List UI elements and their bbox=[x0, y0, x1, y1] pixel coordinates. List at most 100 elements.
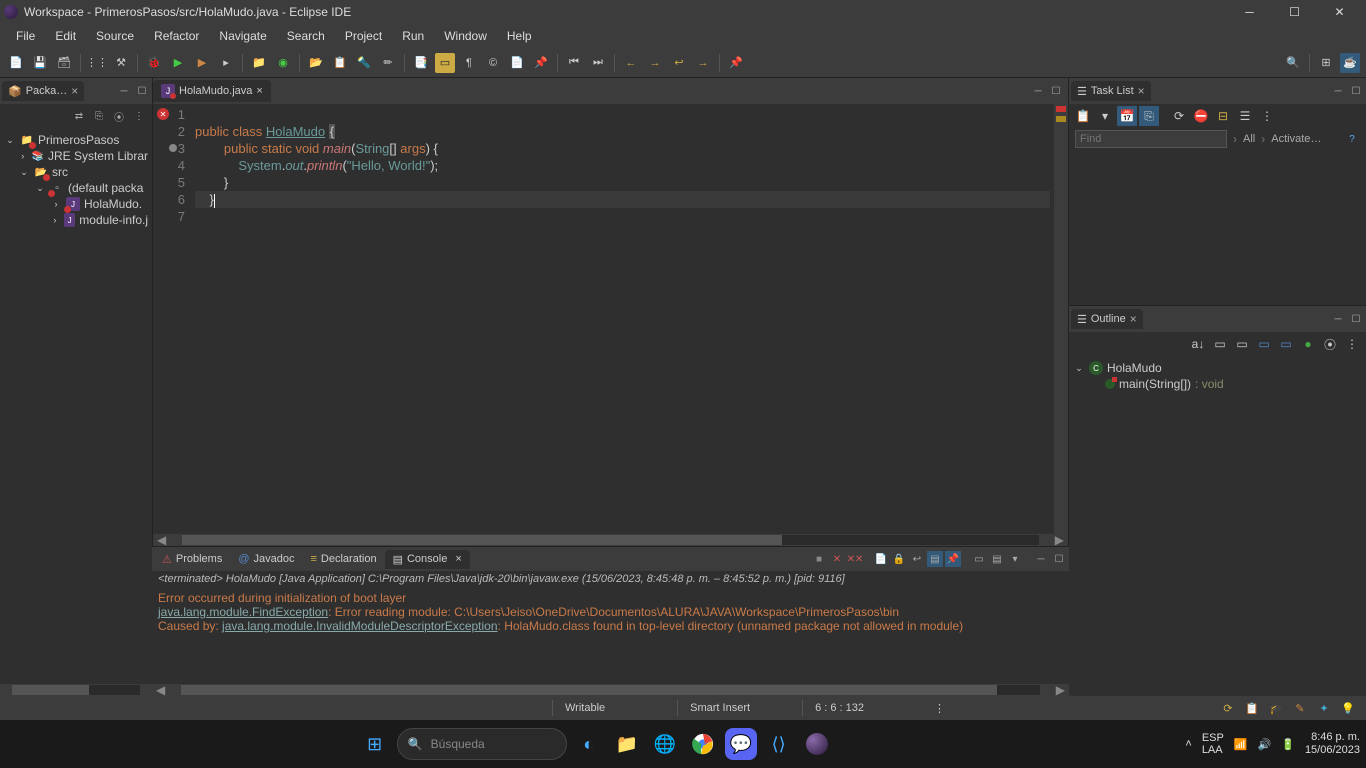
toggle-mark-button[interactable]: 📑 bbox=[411, 53, 431, 73]
maximize-bottom-button[interactable]: ☐ bbox=[1051, 551, 1067, 567]
new-task-button[interactable]: 📋 bbox=[1073, 106, 1093, 126]
new-class-button[interactable]: © bbox=[483, 53, 503, 73]
minimize-view-button[interactable]: ─ bbox=[1330, 83, 1346, 99]
default-package-node[interactable]: ⌄ ▫ (default packa bbox=[2, 180, 150, 196]
menu-run[interactable]: Run bbox=[392, 26, 434, 46]
menu-edit[interactable]: Edit bbox=[45, 26, 86, 46]
minimize-button[interactable]: ─ bbox=[1227, 0, 1272, 24]
status-menu-icon[interactable]: ⋮ bbox=[934, 702, 945, 715]
tab-javadoc[interactable]: @Javadoc bbox=[230, 550, 302, 568]
task-activate-link[interactable]: Activate… bbox=[1271, 133, 1321, 145]
menu-help[interactable]: Help bbox=[497, 26, 542, 46]
console-hscroll[interactable]: ◀ ▶ bbox=[152, 684, 1069, 696]
maximize-editor-button[interactable]: ☐ bbox=[1048, 83, 1064, 99]
sort-button[interactable]: a↓ bbox=[1188, 334, 1208, 354]
discord-icon[interactable]: 💬 bbox=[725, 728, 757, 760]
whatsnew-icon[interactable]: ✦ bbox=[1316, 700, 1332, 716]
jre-library-node[interactable]: › 📚 JRE System Librar bbox=[2, 148, 150, 164]
run-last-button[interactable]: ▸ bbox=[216, 53, 236, 73]
edge-icon[interactable]: 🌐 bbox=[649, 728, 681, 760]
outline-menu-button[interactable]: ⋮ bbox=[1342, 334, 1362, 354]
updates-icon[interactable]: ⟳ bbox=[1220, 700, 1236, 716]
menu-project[interactable]: Project bbox=[335, 26, 392, 46]
new-java-project-button[interactable]: 📁 bbox=[249, 53, 269, 73]
remove-all-button[interactable]: ✕✕ bbox=[847, 551, 863, 567]
battery-icon[interactable]: 🔋 bbox=[1281, 738, 1295, 751]
maximize-view-button[interactable]: ☐ bbox=[1348, 83, 1364, 99]
system-clock[interactable]: 8:46 p. m. 15/06/2023 bbox=[1305, 731, 1360, 757]
tip-icon[interactable]: 💡 bbox=[1340, 700, 1356, 716]
focus-active-button[interactable]: ● bbox=[1298, 334, 1318, 354]
scroll-lock-button[interactable]: 🔒 bbox=[891, 551, 907, 567]
show-console-button[interactable]: ▤ bbox=[927, 551, 943, 567]
task-find-input[interactable] bbox=[1075, 130, 1227, 148]
overview-icon[interactable]: ✎ bbox=[1292, 700, 1308, 716]
pin-button[interactable]: 📌 bbox=[531, 53, 551, 73]
exception-link[interactable]: java.lang.module.FindException bbox=[158, 605, 328, 619]
close-icon[interactable]: × bbox=[1130, 312, 1137, 326]
link-editor-button[interactable]: ⎘ bbox=[90, 107, 108, 125]
tab-declaration[interactable]: ≡Declaration bbox=[303, 550, 385, 568]
collapse-all-button[interactable]: ⊟ bbox=[1213, 106, 1233, 126]
hide-static-button[interactable]: ▭ bbox=[1232, 334, 1252, 354]
outline-method-node[interactable]: main(String[]) : void bbox=[1073, 376, 1362, 392]
open-task-button[interactable]: 📋 bbox=[330, 53, 350, 73]
clear-console-button[interactable]: 📄 bbox=[873, 551, 889, 567]
vscode-icon[interactable]: ⟨⟩ bbox=[763, 728, 795, 760]
menu-refactor[interactable]: Refactor bbox=[144, 26, 209, 46]
task-all-link[interactable]: All bbox=[1243, 133, 1255, 145]
tab-problems[interactable]: ⚠Problems bbox=[154, 550, 230, 569]
next-button[interactable]: → bbox=[693, 53, 713, 73]
tab-task-list[interactable]: ☰ Task List × bbox=[1071, 81, 1151, 101]
task-menu-button[interactable]: ⋮ bbox=[1257, 106, 1277, 126]
editor-hscroll[interactable]: ◀ ▶ bbox=[153, 534, 1068, 546]
minimize-view-button[interactable]: ─ bbox=[116, 83, 132, 99]
view-menu-button[interactable]: ⋮ bbox=[130, 107, 148, 125]
minimize-editor-button[interactable]: ─ bbox=[1030, 83, 1046, 99]
word-wrap-button[interactable]: ↩ bbox=[909, 551, 925, 567]
close-icon[interactable]: × bbox=[256, 85, 262, 97]
focus-task-button[interactable]: ⦿ bbox=[110, 107, 128, 125]
new-console-button[interactable]: ▾ bbox=[1007, 551, 1023, 567]
tab-outline[interactable]: ☰ Outline × bbox=[1071, 309, 1143, 329]
save-button[interactable]: 💾 bbox=[30, 53, 50, 73]
build-button[interactable]: ⚒ bbox=[111, 53, 131, 73]
volume-icon[interactable]: 🔊 bbox=[1258, 738, 1272, 751]
maximize-view-button[interactable]: ☐ bbox=[1348, 311, 1364, 327]
hide-local-button[interactable]: ▭ bbox=[1276, 334, 1296, 354]
coverage-button[interactable]: ▶ bbox=[192, 53, 212, 73]
tab-package-explorer[interactable]: 📦 Packa… × bbox=[2, 81, 84, 101]
pin-console-button[interactable]: 📌 bbox=[945, 551, 961, 567]
samples-icon[interactable]: 🎓 bbox=[1268, 700, 1284, 716]
start-button[interactable]: ⊞ bbox=[359, 728, 391, 760]
forward-button[interactable]: → bbox=[645, 53, 665, 73]
hide-nonpublic-button[interactable]: ▭ bbox=[1254, 334, 1274, 354]
tasks-icon[interactable]: 📋 bbox=[1244, 700, 1260, 716]
terminate-button[interactable]: ■ bbox=[811, 551, 827, 567]
next-annotation-button[interactable]: ⏭ bbox=[588, 53, 608, 73]
remove-launch-button[interactable]: ✕ bbox=[829, 551, 845, 567]
maximize-button[interactable]: ☐ bbox=[1272, 0, 1317, 24]
maximize-view-button[interactable]: ☐ bbox=[134, 83, 150, 99]
close-icon[interactable]: × bbox=[1138, 84, 1145, 98]
project-node[interactable]: ⌄ 📁 PrimerosPasos bbox=[2, 132, 150, 148]
hide-fields-button[interactable]: ▭ bbox=[1210, 334, 1230, 354]
display-console-button[interactable]: ▭ bbox=[971, 551, 987, 567]
editor-tab-holamudo[interactable]: J HolaMudo.java × bbox=[153, 80, 271, 102]
collapse-all-button[interactable]: ⇄ bbox=[70, 107, 88, 125]
show-whitespace-button[interactable]: ¶ bbox=[459, 53, 479, 73]
ruler-error-mark[interactable] bbox=[1056, 106, 1066, 112]
new-package-button[interactable]: ◉ bbox=[273, 53, 293, 73]
wifi-icon[interactable]: 📶 bbox=[1234, 738, 1248, 751]
close-button[interactable]: ✕ bbox=[1317, 0, 1362, 24]
filter-button[interactable]: ☰ bbox=[1235, 106, 1255, 126]
open-console-button[interactable]: ▤ bbox=[989, 551, 1005, 567]
minimize-view-button[interactable]: ─ bbox=[1330, 311, 1346, 327]
help-icon[interactable]: ? bbox=[1344, 131, 1360, 147]
chrome-icon[interactable] bbox=[687, 728, 719, 760]
eclipse-taskbar-icon[interactable] bbox=[801, 728, 833, 760]
outline-class-node[interactable]: ⌄ C HolaMudo bbox=[1073, 360, 1362, 376]
save-all-button[interactable]: 🗃 bbox=[54, 53, 74, 73]
prev-edit-button[interactable]: ⏮ bbox=[564, 53, 584, 73]
quick-access-button[interactable]: 🔍 bbox=[1283, 53, 1303, 73]
